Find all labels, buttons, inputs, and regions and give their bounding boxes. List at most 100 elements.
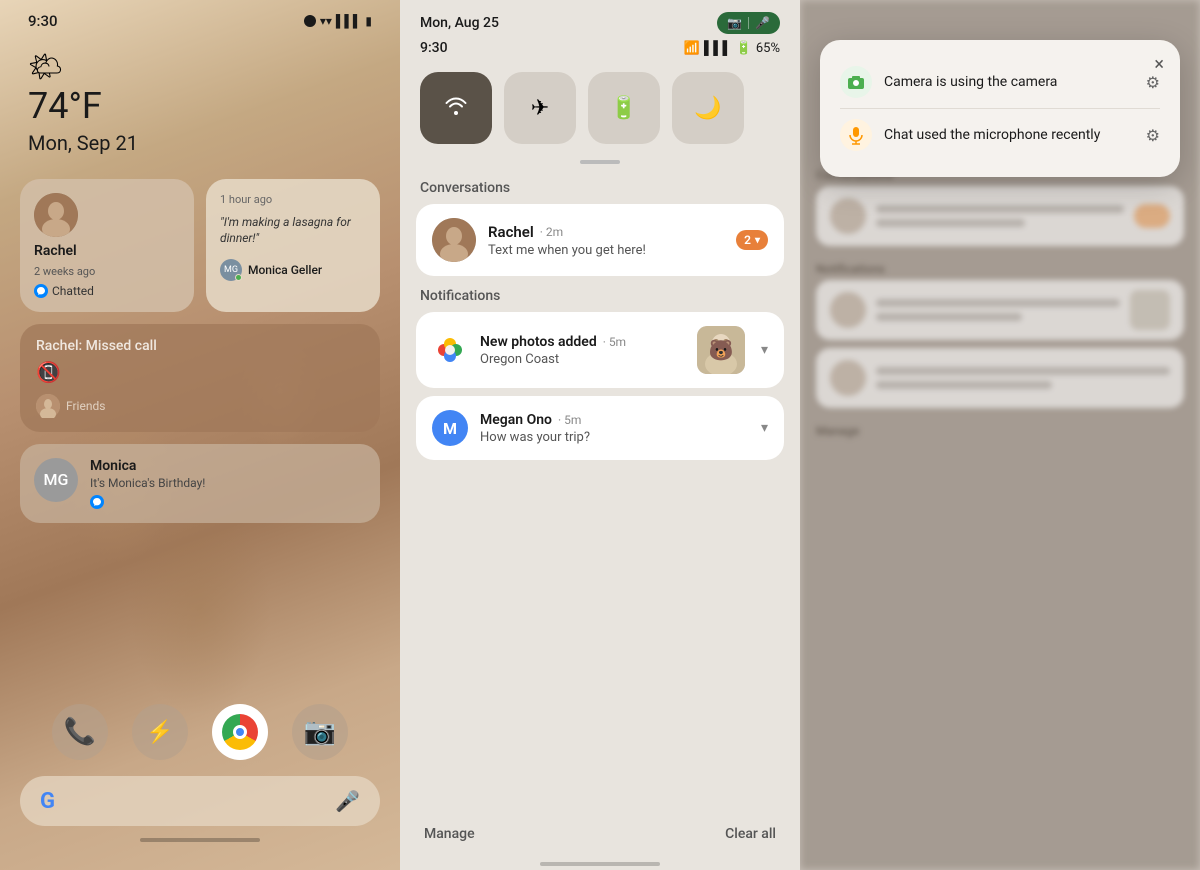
- rachel-conv-info: Rachel · 2m Text me when you get here!: [488, 223, 724, 258]
- gmail-icon: M: [432, 410, 468, 446]
- quote-text: "I'm making a lasagna for dinner!": [220, 214, 366, 248]
- photos-title-row: New photos added · 5m: [480, 334, 685, 350]
- notif-status-row: 9:30 📶 ▌▌▌ 🔋 65%: [400, 38, 800, 64]
- night-tile[interactable]: 🌙: [672, 72, 744, 144]
- bg-notif-card-1: [816, 280, 1184, 340]
- notifications-label: Notifications: [400, 284, 800, 312]
- monica-widget[interactable]: MG Monica It's Monica's Birthday!: [20, 444, 380, 524]
- mic-privacy-text: Chat used the microphone recently: [884, 127, 1134, 143]
- wifi-tile[interactable]: [420, 72, 492, 144]
- messenger-icon: [34, 284, 48, 298]
- weather-temp: 74°F: [28, 87, 372, 127]
- mail-sender: Megan Ono: [480, 412, 552, 428]
- bg-avatar-2: [830, 292, 866, 328]
- divider: [748, 17, 749, 29]
- monica-status: It's Monica's Birthday!: [90, 476, 366, 492]
- flash-app-icon[interactable]: ⚡: [132, 704, 188, 760]
- clock: 9:30: [28, 12, 58, 30]
- rachel-conversation-card[interactable]: Rachel · 2m Text me when you get here! 2…: [416, 204, 784, 276]
- quote-widget[interactable]: 1 hour ago "I'm making a lasagna for din…: [206, 179, 380, 312]
- quick-tiles: ✈ 🔋 🌙: [400, 64, 800, 160]
- missed-call-widget[interactable]: Rachel: Missed call 📵 Friends: [20, 324, 380, 432]
- bg-avatar-3: [830, 360, 866, 396]
- bg-badge: [1134, 204, 1170, 228]
- signal-icon: ▌▌▌: [336, 14, 362, 28]
- mail-body: How was your trip?: [480, 430, 745, 445]
- bg-thumb: [1130, 290, 1170, 330]
- camera-mic-pill[interactable]: 📷 🎤: [717, 12, 780, 34]
- rachel-time: 2 weeks ago: [34, 265, 95, 278]
- monica-action: [90, 495, 366, 509]
- weather-icon: 🌤: [28, 50, 372, 83]
- notif-date: Mon, Aug 25: [420, 15, 499, 31]
- chrome-ring: [222, 714, 258, 750]
- rachel-conv-time: · 2m: [540, 225, 563, 239]
- camera-app-icon: [840, 66, 872, 98]
- chrome-app-icon[interactable]: [212, 704, 268, 760]
- mic-icon[interactable]: 🎤: [335, 789, 360, 813]
- mail-title-row: Megan Ono · 5m: [480, 412, 745, 428]
- quote-sender: MG Monica Geller: [220, 259, 366, 281]
- bg-text: [876, 205, 1124, 227]
- rachel-conv-name: Rachel: [488, 223, 534, 241]
- notif-wifi-icon: 📶: [684, 41, 700, 56]
- status-icons: ▾▾ ▌▌▌ ▮: [304, 14, 372, 28]
- camera-icon: 📷: [304, 717, 336, 747]
- notif-time: 9:30: [420, 40, 448, 56]
- phone-app-icon[interactable]: 📞: [52, 704, 108, 760]
- bg-line-5: [876, 367, 1170, 375]
- rachel-avatar: [34, 193, 78, 237]
- cam-active-icon: 📷: [727, 16, 742, 30]
- chrome-inner: [233, 725, 247, 739]
- bg-line-4: [876, 313, 1022, 321]
- clear-all-button[interactable]: Clear all: [725, 826, 776, 842]
- bg-text-2: [876, 299, 1120, 321]
- mic-privacy-item: Chat used the microphone recently ⚙: [840, 108, 1160, 161]
- mic-active-icon: 🎤: [755, 16, 770, 30]
- mail-notif-info: Megan Ono · 5m How was your trip?: [480, 412, 745, 445]
- manage-button[interactable]: Manage: [424, 826, 475, 842]
- google-g-logo: G: [40, 789, 55, 814]
- chat-app-icon: [840, 119, 872, 151]
- rachel-conv-badge[interactable]: 2 ▾: [736, 230, 768, 250]
- camera-app-icon[interactable]: 📷: [292, 704, 348, 760]
- close-button[interactable]: ×: [1154, 54, 1164, 75]
- bg-line-3: [876, 299, 1120, 307]
- notif-battery-pct: 65%: [756, 41, 780, 56]
- friends-badge: Friends: [36, 394, 364, 418]
- drag-handle[interactable]: [580, 160, 620, 164]
- notif-footer: Manage Clear all: [400, 814, 800, 854]
- photos-chevron-icon[interactable]: ▾: [761, 342, 768, 358]
- wifi-tile-icon: [442, 91, 470, 125]
- monica-quote-avatar: MG: [220, 259, 242, 281]
- badge-count: 2: [744, 233, 751, 247]
- rachel-action: Chatted: [34, 284, 94, 298]
- bg-text-3: [876, 367, 1170, 389]
- search-bar[interactable]: G 🎤: [20, 776, 380, 826]
- status-bar: 9:30 ▾▾ ▌▌▌ ▮: [20, 0, 380, 34]
- camera-privacy-item: Camera is using the camera ⚙: [840, 56, 1160, 108]
- bg-line-6: [876, 381, 1052, 389]
- airplane-icon: ✈: [531, 96, 549, 121]
- battery-icon: ▮: [365, 14, 372, 28]
- rachel-name: Rachel: [34, 243, 77, 259]
- battery-tile[interactable]: 🔋: [588, 72, 660, 144]
- mic-settings-icon[interactable]: ⚙: [1146, 126, 1160, 145]
- camera-settings-icon[interactable]: ⚙: [1146, 73, 1160, 92]
- dock: 📞 ⚡ 📷 G 🎤: [20, 704, 380, 870]
- weather-widget: 🌤 74°F Mon, Sep 21: [20, 34, 380, 163]
- bg-line-2: [876, 219, 1025, 227]
- bg-notifications-label: Notifications: [816, 254, 1184, 280]
- google-photos-icon: [432, 332, 468, 368]
- friends-avatar: [36, 394, 60, 418]
- camera-dot: [304, 15, 316, 27]
- missed-call-icon: 📵: [36, 360, 364, 384]
- mail-notification-card[interactable]: M Megan Ono · 5m How was your trip? ▾: [416, 396, 784, 460]
- photos-notification-card[interactable]: New photos added · 5m Oregon Coast ▾: [416, 312, 784, 388]
- mail-chevron-icon[interactable]: ▾: [761, 420, 768, 436]
- airplane-tile[interactable]: ✈: [504, 72, 576, 144]
- missed-call-text: Rachel: Missed call: [36, 338, 364, 354]
- rachel-widget[interactable]: Rachel 2 weeks ago Chatted: [20, 179, 194, 312]
- weather-date: Mon, Sep 21: [28, 131, 372, 155]
- bg-notif-card-2: [816, 348, 1184, 408]
